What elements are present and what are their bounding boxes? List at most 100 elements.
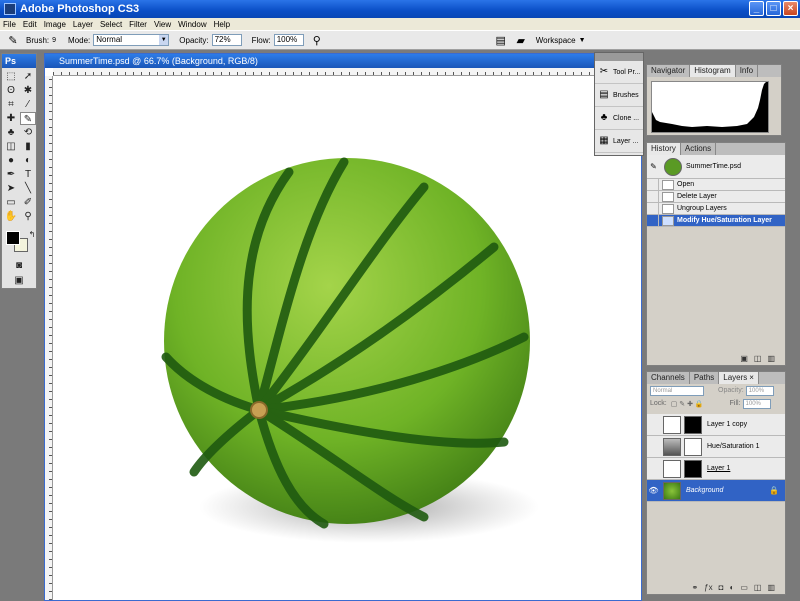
hand-tool-icon[interactable]: ✋ (3, 210, 19, 223)
eye-icon[interactable]: 👁 (647, 486, 660, 495)
type-tool-icon[interactable]: T (20, 168, 36, 181)
collapsed-palettes-header[interactable] (595, 53, 643, 61)
new-adjustment-layer-icon[interactable]: ◐ (729, 583, 734, 592)
menu-window[interactable]: Window (175, 20, 210, 29)
history-brush-source-icon[interactable]: ✎ (647, 162, 660, 171)
brushes-palette-button[interactable]: ▤ Brushes (595, 84, 643, 107)
brush-tool-preset-icon[interactable]: ✎ (6, 33, 20, 47)
trash-icon[interactable]: ▥ (767, 354, 775, 363)
document-icon (662, 191, 674, 202)
history-brush-tool-icon[interactable]: ⟲ (20, 126, 36, 139)
tab-channels[interactable]: Channels (647, 372, 690, 384)
tab-navigator[interactable]: Navigator (647, 65, 691, 77)
tab-history[interactable]: History (647, 143, 681, 155)
menu-filter[interactable]: Filter (126, 20, 151, 29)
tool-presets-label: Tool Pr... (613, 68, 641, 76)
palette-well-icon[interactable]: ▤ (494, 33, 508, 47)
close-icon[interactable]: × (749, 373, 754, 382)
menu-select[interactable]: Select (97, 20, 126, 29)
blend-mode-select[interactable]: Normal (650, 385, 704, 396)
screen-mode-icon[interactable]: ▣ (11, 274, 27, 287)
close-button[interactable]: × (783, 1, 798, 16)
lock-icons[interactable]: ▢ ✎ ✚ 🔒 (671, 400, 704, 408)
new-document-from-state-icon[interactable]: ▣ (740, 354, 748, 363)
new-layer-icon[interactable]: ◫ (754, 583, 762, 592)
workspace-chevron-icon[interactable]: ▼ (579, 37, 586, 44)
flow-label: Flow: (251, 35, 271, 45)
history-state-label: Delete Layer (677, 193, 717, 200)
layer-opacity-field[interactable]: 100% (745, 385, 774, 396)
notes-tool-icon[interactable]: ▭ (3, 196, 19, 209)
fill-field[interactable]: 100% (742, 398, 771, 409)
layer-row-selected[interactable]: 👁 Background 🔒 (647, 480, 785, 502)
history-state-label: Modify Hue/Saturation Layer (677, 217, 772, 224)
move-tool-icon[interactable]: ➚ (20, 70, 36, 83)
gradient-tool-icon[interactable]: ▮ (20, 140, 36, 153)
trash-icon[interactable]: ▥ (767, 583, 775, 592)
minimize-button[interactable]: _ (749, 1, 764, 16)
layer-row[interactable]: Layer 1 copy (647, 414, 785, 436)
history-state[interactable]: Delete Layer (647, 190, 785, 203)
workspace-button[interactable]: Workspace (536, 36, 576, 45)
lasso-tool-icon[interactable]: ʘ (3, 84, 19, 97)
layer-row[interactable]: Hue/Saturation 1 (647, 436, 785, 458)
airbrush-icon[interactable]: ⚲ (310, 33, 324, 47)
snapshot-thumbnail (664, 157, 682, 176)
opacity-field[interactable]: 72% (211, 34, 242, 46)
eyedropper-tool-icon[interactable]: ✐ (20, 196, 36, 209)
layer-mask-thumbnail (684, 415, 702, 434)
horizontal-ruler[interactable] (53, 68, 641, 76)
brush-size[interactable]: 9 (52, 37, 56, 44)
menu-help[interactable]: Help (211, 20, 234, 29)
blur-tool-icon[interactable]: ● (3, 154, 19, 167)
line-tool-icon[interactable]: ╲ (20, 182, 36, 195)
history-state[interactable]: Open (647, 178, 785, 191)
canvas[interactable] (54, 77, 641, 600)
history-state[interactable]: Ungroup Layers (647, 202, 785, 215)
path-selection-tool-icon[interactable]: ➤ (3, 182, 19, 195)
crop-tool-icon[interactable]: ⌗ (3, 98, 19, 111)
layer-style-icon[interactable]: ƒx (704, 583, 712, 592)
magic-wand-tool-icon[interactable]: ✱ (20, 84, 36, 97)
new-group-icon[interactable]: ▭ (740, 583, 748, 592)
eraser-tool-icon[interactable]: ◫ (3, 140, 19, 153)
pen-tool-icon[interactable]: ✒ (3, 168, 19, 181)
healing-brush-tool-icon[interactable]: ✚ (3, 112, 19, 125)
layer-comps-palette-button[interactable]: ▦ Layer ... (595, 130, 643, 153)
layer-thumbnail (663, 415, 681, 434)
menu-view[interactable]: View (151, 20, 175, 29)
menu-layer[interactable]: Layer (70, 20, 97, 29)
menu-file[interactable]: File (0, 20, 20, 29)
menu-edit[interactable]: Edit (20, 20, 41, 29)
tab-layers[interactable]: Layers × (719, 372, 759, 384)
tab-actions[interactable]: Actions (681, 143, 717, 155)
quick-mask-icon[interactable]: ◙ (11, 259, 27, 272)
foreground-color-swatch[interactable] (6, 231, 20, 245)
menu-image[interactable]: Image (41, 20, 70, 29)
clone-source-palette-button[interactable]: ♣ Clone ... (595, 107, 643, 130)
history-snapshot[interactable]: ✎ SummerTime.psd (647, 155, 785, 179)
layer-row[interactable]: Layer 1 (647, 458, 785, 480)
vertical-ruler[interactable] (45, 76, 53, 600)
mode-select[interactable]: Normal ▼ (93, 34, 170, 46)
clone-stamp-tool-icon[interactable]: ♣ (3, 126, 19, 139)
flow-field[interactable]: 100% (273, 34, 304, 46)
slice-tool-icon[interactable]: ⁄ (20, 98, 36, 111)
tab-histogram[interactable]: Histogram (690, 65, 736, 77)
new-snapshot-icon[interactable]: ◫ (754, 354, 762, 363)
add-mask-icon[interactable]: ◘ (719, 583, 724, 592)
print-icon[interactable]: ▰ (514, 33, 528, 47)
maximize-button[interactable]: □ (766, 1, 781, 16)
history-state-selected[interactable]: Modify Hue/Saturation Layer (647, 214, 785, 227)
swap-colors-icon[interactable]: ↰ (24, 228, 40, 241)
brush-tool-icon[interactable]: ✎ (20, 112, 36, 125)
marquee-tool-icon[interactable]: ⬚ (3, 70, 19, 83)
tab-info[interactable]: Info (736, 65, 759, 77)
zoom-tool-icon[interactable]: ⚲ (20, 210, 36, 223)
tab-paths[interactable]: Paths (690, 372, 720, 384)
layer-opacity-label: Opacity: (718, 387, 744, 394)
dodge-tool-icon[interactable]: ◐ (20, 154, 36, 167)
tool-presets-palette-button[interactable]: ✂ Tool Pr... (595, 61, 643, 84)
link-layers-icon[interactable]: ⚭ (691, 583, 698, 592)
blend-mode-value: Normal (653, 387, 673, 394)
